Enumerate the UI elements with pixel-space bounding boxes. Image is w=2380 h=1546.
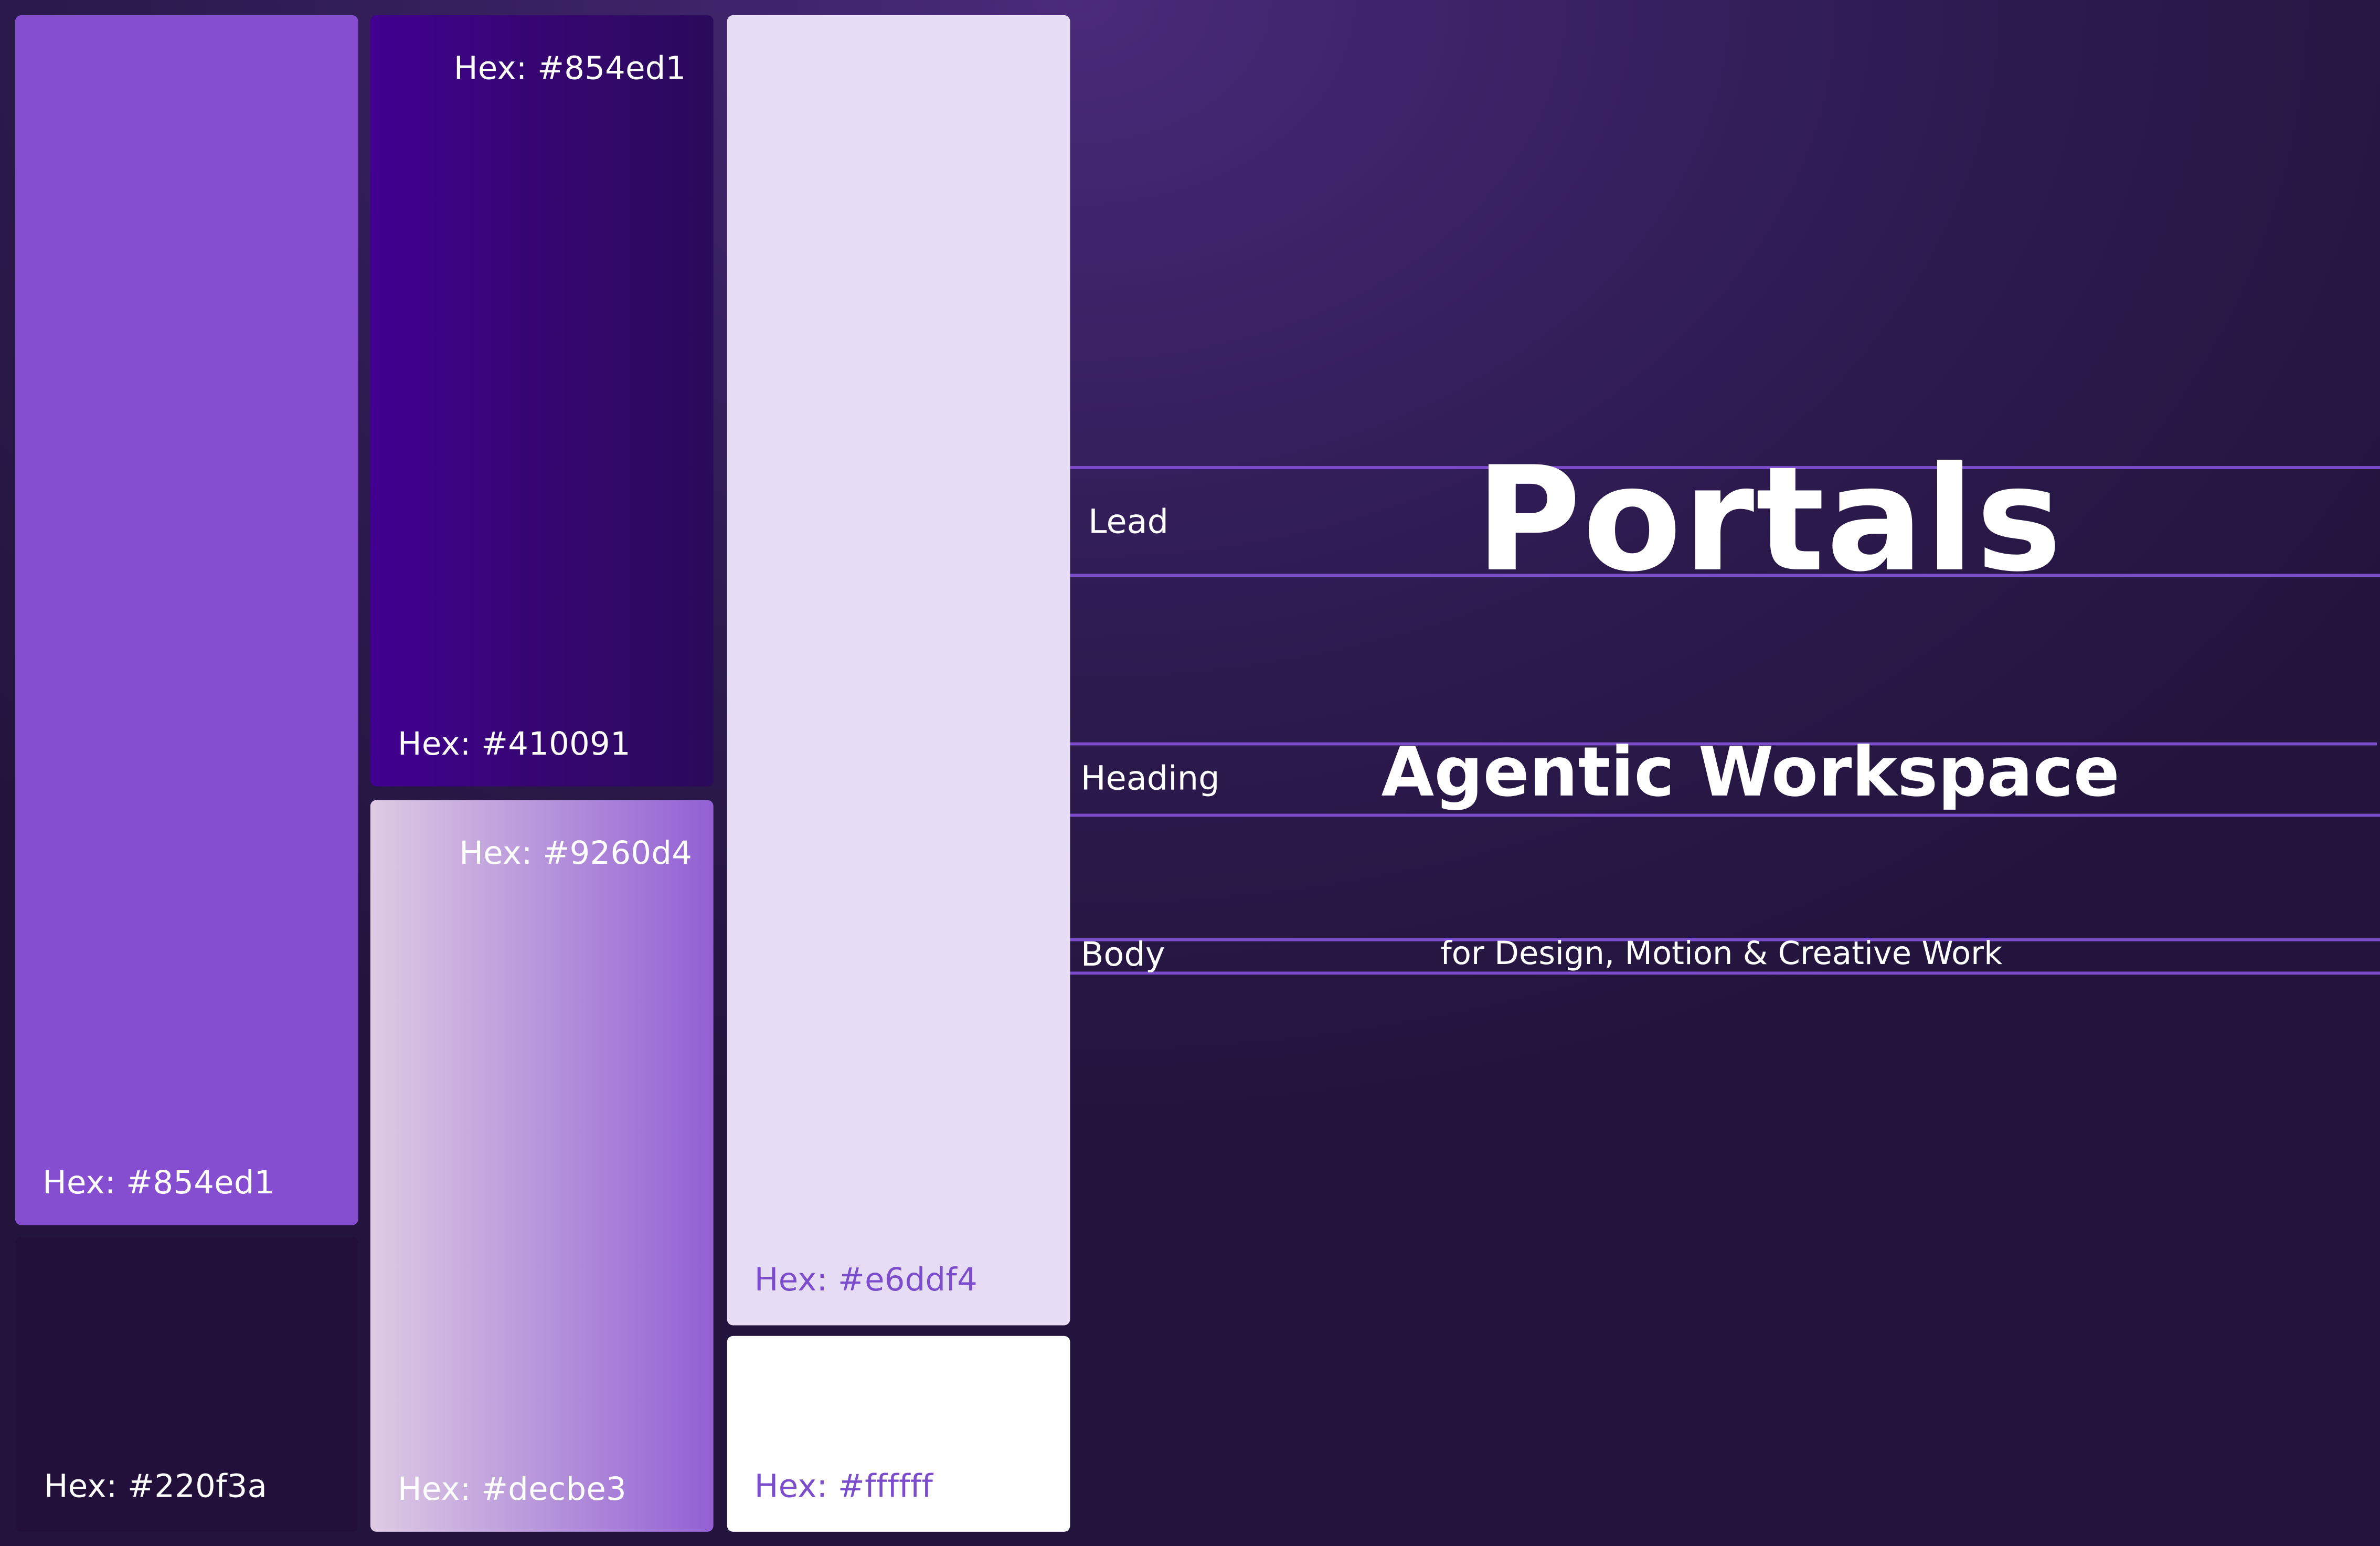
swatch-label-top: Hex: #854ed1 [453, 50, 686, 87]
swatch-ffffff: Hex: #ffffff [727, 1336, 1070, 1532]
swatch-decbe3-gradient: Hex: #9260d4 Hex: #decbe3 [370, 800, 714, 1532]
heading-label: Heading [1080, 760, 1220, 799]
lead-sample: Portals [1475, 437, 2064, 605]
swatch-854ed1: Hex: #854ed1 [15, 15, 358, 1225]
swatch-label: Hex: #220f3a [44, 1468, 268, 1505]
swatch-label-bottom: Hex: #410091 [397, 725, 631, 763]
heading-guide-bottom [1070, 813, 2380, 817]
swatch-label: Hex: #ffffff [754, 1468, 933, 1505]
swatch-label: Hex: #854ed1 [42, 1164, 275, 1201]
swatch-410091-gradient: Hex: #854ed1 Hex: #410091 [370, 15, 714, 787]
swatch-label-top: Hex: #9260d4 [459, 835, 693, 872]
swatch-e6ddf4: Hex: #e6ddf4 [727, 15, 1070, 1326]
heading-sample: Agentic Workspace [1381, 732, 2120, 812]
brand-guide-canvas: Hex: #854ed1 Hex: #220f3a Hex: #854ed1 H… [0, 0, 2380, 1545]
swatch-220f3a: Hex: #220f3a [15, 1237, 358, 1532]
body-sample: for Design, Motion & Creative Work [1440, 935, 2003, 972]
lead-label: Lead [1088, 504, 1169, 542]
swatch-label-bottom: Hex: #decbe3 [397, 1471, 626, 1508]
swatch-label: Hex: #e6ddf4 [754, 1261, 978, 1298]
body-label: Body [1080, 936, 1165, 975]
